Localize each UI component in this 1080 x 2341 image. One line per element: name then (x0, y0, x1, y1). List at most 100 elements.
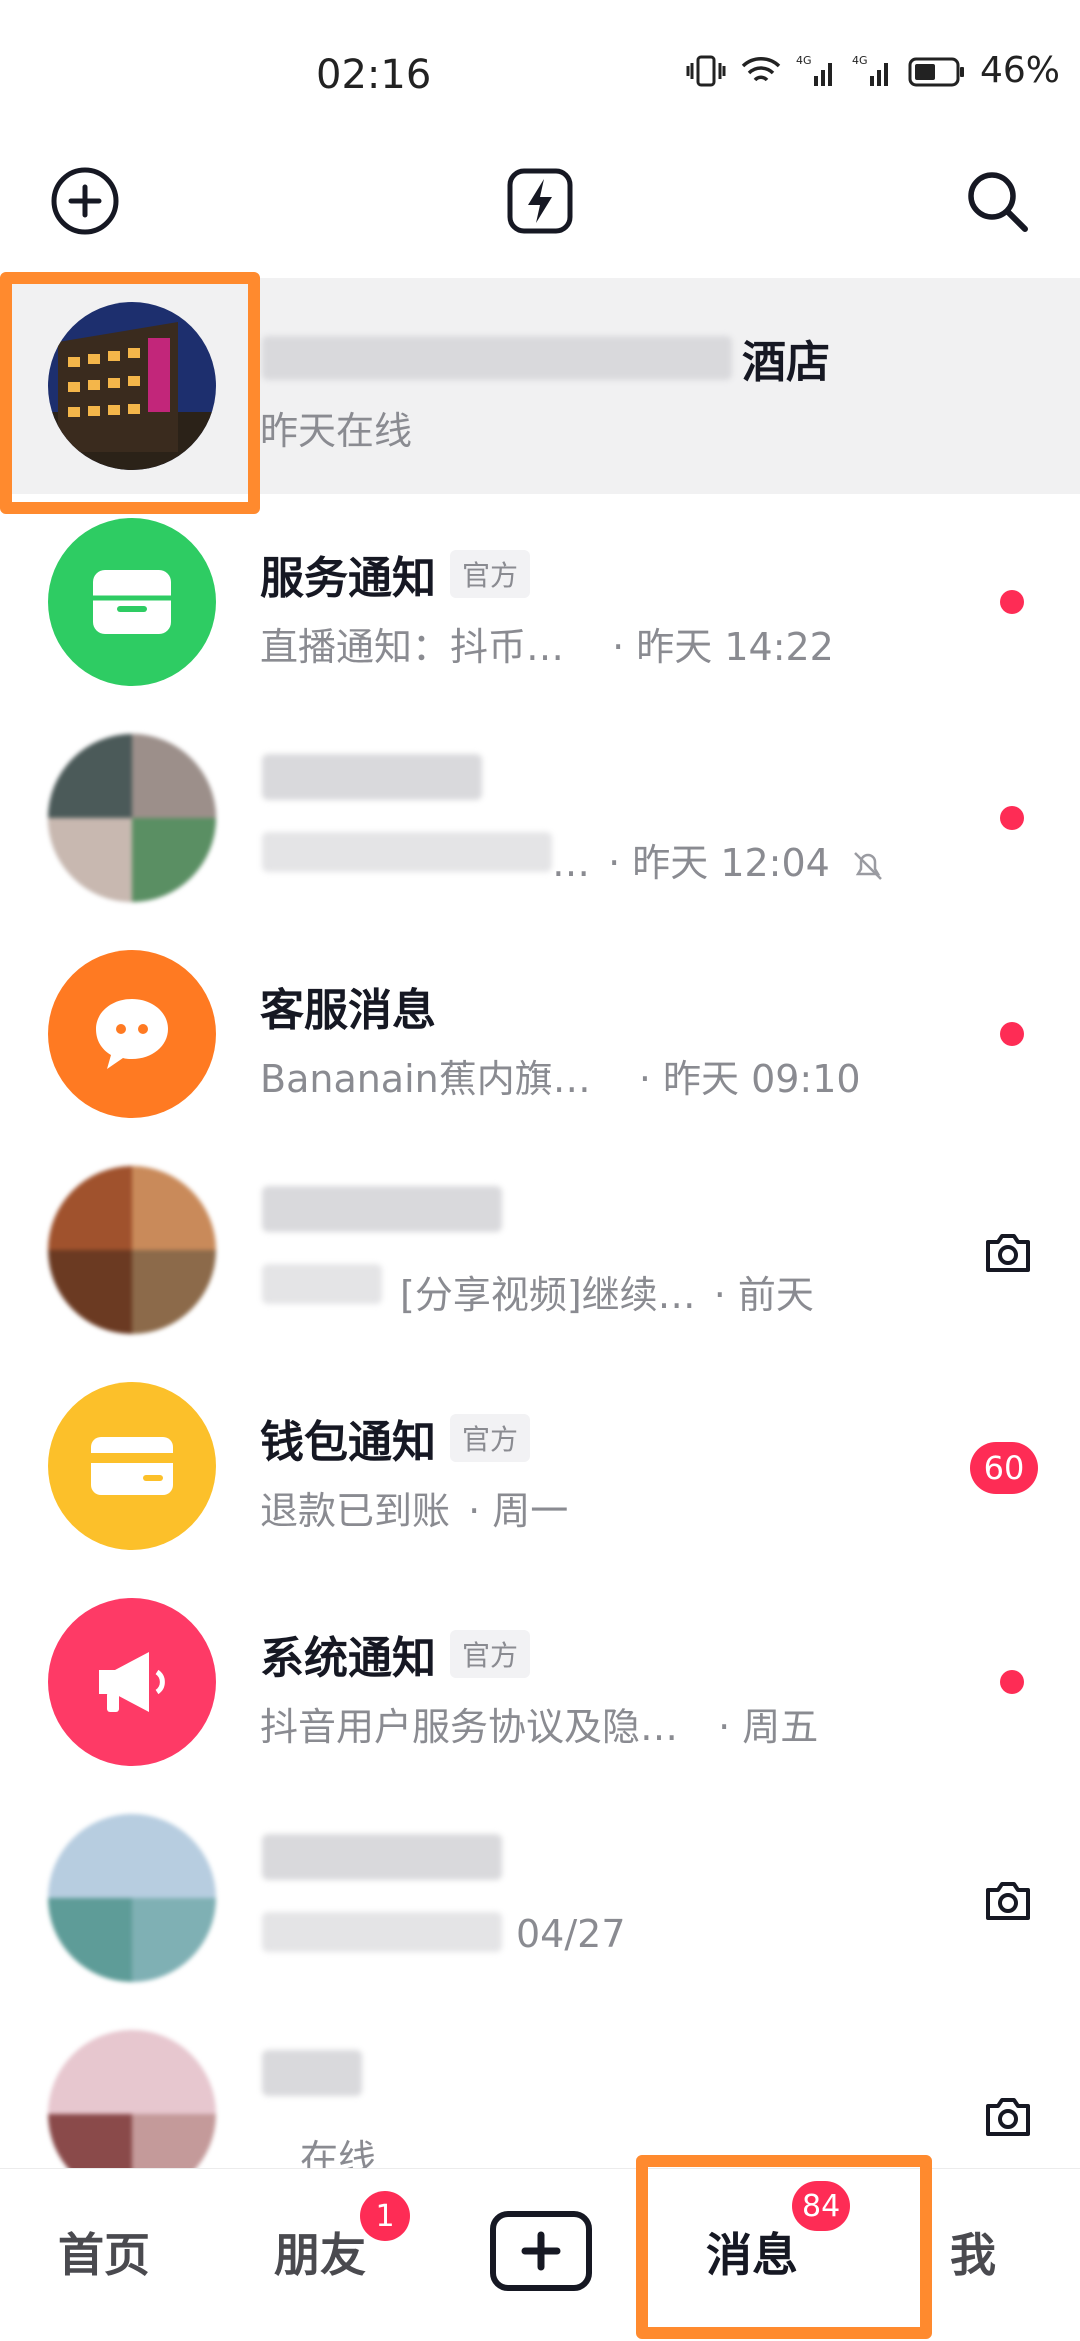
signal-icon-2: 4G (852, 54, 888, 86)
megaphone-icon (99, 1652, 165, 1712)
unread-dot (1000, 1022, 1024, 1046)
timestamp: · 周一 (468, 1489, 569, 1533)
bottom-tab-bar: 首页 朋友 1 消息 84 我 (0, 2155, 1080, 2341)
wallet-avatar[interactable] (48, 1382, 216, 1550)
status-bar: 02:16 4G 4G 46% (0, 0, 1080, 140)
timestamp: · 周五 (718, 1705, 819, 1749)
preview-text: … (552, 841, 590, 885)
conversation-title: 服务通知 官方 (260, 542, 531, 606)
redacted-preview (262, 832, 552, 872)
conversation-preview: … · 昨天 12:04 (552, 832, 886, 887)
timestamp: · 昨天 09:10 (638, 1057, 861, 1101)
conversation-row-wallet[interactable]: 钱包通知 官方 退款已到账 · 周一 60 (0, 1358, 1080, 1574)
conversation-row-service[interactable]: 服务通知 官方 直播通知：抖币… · 昨天 14:22 (0, 494, 1080, 710)
service-box-icon (93, 570, 171, 634)
official-tag: 官方 (450, 1414, 531, 1462)
conversation-row-blurred-2[interactable]: [分享视频]继续… · 前天 (0, 1142, 1080, 1358)
wifi-icon (741, 56, 781, 81)
vibrate-icon (686, 55, 726, 86)
lightning-icon (507, 168, 573, 234)
title-text: 系统通知 (260, 1633, 436, 1684)
flash-button[interactable] (495, 156, 585, 246)
status-icons: 4G 4G 46% (686, 50, 1060, 91)
official-tag: 官方 (450, 1630, 531, 1678)
create-button[interactable] (490, 2211, 592, 2291)
camera-icon[interactable] (980, 2088, 1036, 2144)
preview-text: 直播通知：抖币… (260, 625, 565, 669)
battery-level: 46% (979, 50, 1060, 91)
conversation-preview: 抖音用户服务协议及隐… · 周五 (260, 1696, 818, 1751)
unread-dot (1000, 806, 1024, 830)
conversation-row-blurred-3[interactable]: 04/27 (0, 1790, 1080, 2006)
preview-text: [分享视频]继续… (400, 1273, 696, 1317)
tab-friends[interactable]: 朋友 (274, 2219, 366, 2285)
preview-text: 在线 (300, 2137, 377, 2168)
chat-bubble-icon (96, 999, 168, 1069)
tab-me[interactable]: 我 (950, 2219, 996, 2285)
blurred-avatar[interactable] (48, 1814, 216, 1982)
conversation-title: 钱包通知 官方 (260, 1406, 531, 1470)
search-icon (968, 172, 1028, 232)
blurred-avatar[interactable] (48, 2030, 216, 2168)
redacted-name (262, 1834, 502, 1880)
system-avatar[interactable] (48, 1598, 216, 1766)
svg-text:4G: 4G (796, 54, 812, 67)
wallet-card-icon (91, 1437, 173, 1495)
add-button[interactable] (40, 156, 130, 246)
blurred-avatar[interactable] (48, 1166, 216, 1334)
conversation-preview: 直播通知：抖币… · 昨天 14:22 (260, 616, 834, 671)
unread-count-badge: 60 (970, 1442, 1038, 1494)
blurred-avatar[interactable] (48, 734, 216, 902)
battery-icon (908, 57, 964, 86)
redacted-name (262, 336, 732, 380)
conversation-row-blurred-4[interactable]: 在线 (0, 2006, 1080, 2168)
redacted-name (262, 2050, 362, 2096)
timestamp: · 昨天 14:22 (612, 625, 834, 669)
timestamp: · 前天 (713, 1273, 814, 1317)
preview-text: 抖音用户服务协议及隐… (260, 1705, 679, 1749)
customer-service-avatar[interactable] (48, 950, 216, 1118)
mute-bell-icon (854, 851, 882, 880)
title-text: 服务通知 (260, 553, 436, 604)
conversation-row-customer-service[interactable]: 客服消息 Bananain蕉内旗… · 昨天 09:10 (0, 926, 1080, 1142)
svg-text:4G: 4G (852, 54, 868, 67)
top-app-bar (0, 140, 1080, 270)
conversation-row-system[interactable]: 系统通知 官方 抖音用户服务协议及隐… · 周五 (0, 1574, 1080, 1790)
friends-badge: 1 (360, 2191, 410, 2241)
search-button[interactable] (952, 156, 1042, 246)
redacted-name (262, 1186, 502, 1232)
camera-icon[interactable] (980, 1224, 1036, 1280)
annotation-highlight-avatar (0, 272, 260, 514)
conversation-preview: 在线 (300, 2128, 376, 2168)
conversation-preview: 04/27 (510, 1912, 626, 1956)
conversation-title: 酒店 (742, 337, 830, 388)
service-avatar[interactable] (48, 518, 216, 686)
title-text: 钱包通知 (260, 1417, 436, 1468)
redacted-preview (262, 1264, 382, 1304)
conversation-preview: [分享视频]继续… · 前天 (400, 1264, 814, 1319)
conversation-title: 客服消息 (260, 974, 436, 1038)
conversation-row-blurred-1[interactable]: … · 昨天 12:04 (0, 710, 1080, 926)
conversation-title: 系统通知 官方 (260, 1622, 531, 1686)
tab-home[interactable]: 首页 (58, 2219, 150, 2285)
annotation-highlight-messages-tab (636, 2155, 932, 2339)
preview-text: 退款已到账 (260, 1489, 451, 1533)
conversation-preview: Bananain蕉内旗… · 昨天 09:10 (260, 1048, 861, 1103)
title-text: 客服消息 (260, 985, 436, 1036)
conversation-preview: 退款已到账 · 周一 (260, 1480, 568, 1535)
timestamp: · 昨天 12:04 (608, 841, 830, 885)
redacted-name (262, 754, 482, 800)
plus-icon (521, 2231, 561, 2271)
preview-text: Bananain蕉内旗… (260, 1057, 591, 1101)
unread-dot (1000, 1670, 1024, 1694)
redacted-preview (262, 1912, 502, 1952)
signal-icon: 4G (796, 54, 832, 86)
unread-dot (1000, 590, 1024, 614)
official-tag: 官方 (450, 550, 531, 598)
timestamp: 04/27 (516, 1912, 626, 1956)
conversation-list: 酒店 昨天在线 服务通知 官方 直播通知：抖币… · 昨天 14:22 … · … (0, 278, 1080, 2168)
conversation-status: 昨天在线 (260, 409, 413, 453)
plus-circle-icon (51, 167, 119, 235)
camera-icon[interactable] (980, 1872, 1036, 1928)
status-time: 02:16 (316, 52, 432, 98)
